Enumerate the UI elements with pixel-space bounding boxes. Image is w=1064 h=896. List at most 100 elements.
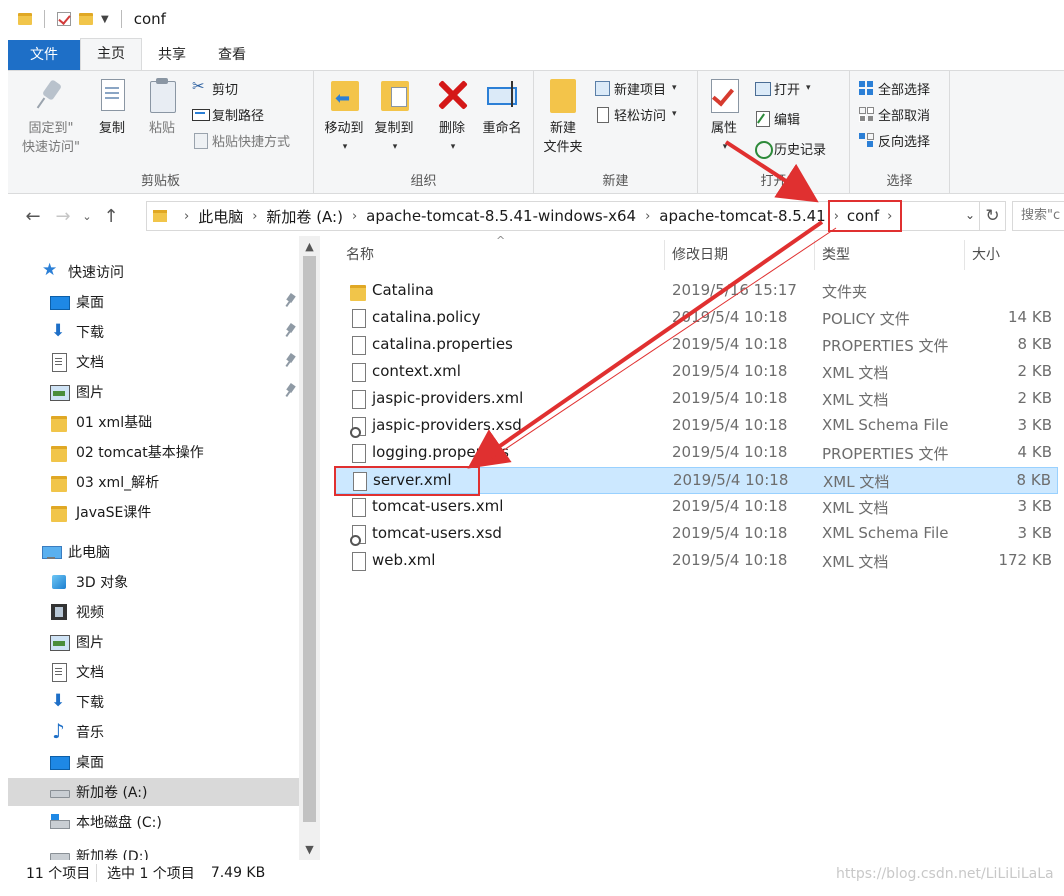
chevron-right-icon[interactable]: › [352, 209, 357, 224]
nav-item-label: 桌面 [76, 295, 104, 311]
breadcrumb-tomcat[interactable]: apache-tomcat-8.5.41 [659, 207, 825, 225]
nav-drive-d[interactable]: 新加卷 (D:) [8, 838, 299, 860]
file-row[interactable]: catalina.policy 2019/5/4 10:18 POLICY 文件… [334, 305, 1058, 332]
refresh-button[interactable]: ↻ [980, 201, 1006, 231]
copy-to-button[interactable]: 复制到 ▾ [370, 77, 418, 157]
history-button[interactable]: 历史记录 [754, 137, 826, 159]
search-input[interactable]: 搜索"c [1012, 201, 1064, 231]
file-row[interactable]: web.xml 2019/5/4 10:18 XML 文档 172 KB [334, 548, 1058, 575]
chevron-right-icon[interactable]: › [252, 209, 257, 224]
file-row[interactable]: jaspic-providers.xml 2019/5/4 10:18 XML … [334, 386, 1058, 413]
chevron-down-icon: ▾ [672, 83, 677, 93]
column-divider[interactable] [964, 240, 965, 270]
file-row[interactable]: tomcat-users.xsd 2019/5/4 10:18 XML Sche… [334, 521, 1058, 548]
scroll-up-icon[interactable]: ▲ [299, 240, 320, 253]
move-to-button[interactable]: 移动到 ▾ [320, 77, 368, 157]
breadcrumb-this-pc[interactable]: 此电脑 [198, 206, 243, 227]
annotation-highlight-box [334, 466, 480, 496]
refresh-icon: ↻ [985, 206, 1000, 226]
copy-path-button[interactable]: 复制路径 [192, 103, 264, 125]
new-folder-button[interactable]: 新建 文件夹 [538, 77, 588, 157]
nav-pictures-pinned[interactable]: 图片 [8, 378, 299, 406]
column-header-name[interactable]: 名称 [346, 244, 374, 264]
nav-this-pc[interactable]: 此电脑 [8, 538, 299, 566]
file-row[interactable]: jaspic-providers.xsd 2019/5/4 10:18 XML … [334, 413, 1058, 440]
nav-folder-xml-parsing[interactable]: 03 xml_解析 [8, 468, 299, 496]
column-header-date[interactable]: 修改日期 [672, 244, 728, 264]
history-icon [754, 140, 773, 159]
column-header-size[interactable]: 大小 [972, 244, 1000, 264]
file-row[interactable]: logging.properties 2019/5/4 10:18 PROPER… [334, 440, 1058, 467]
file-icon [350, 497, 366, 517]
back-button[interactable]: ← [18, 206, 48, 227]
nav-local-disk-c[interactable]: 本地磁盘 (C:) [8, 808, 299, 836]
breadcrumb-drive-a[interactable]: 新加卷 (A:) [266, 206, 343, 227]
nav-downloads-pinned[interactable]: 下载 [8, 318, 299, 346]
nav-desktop-pinned[interactable]: 桌面 [8, 288, 299, 316]
nav-item-label: 快速访问 [68, 265, 124, 281]
file-row[interactable]: context.xml 2019/5/4 10:18 XML 文档 2 KB [334, 359, 1058, 386]
nav-pictures[interactable]: 图片 [8, 628, 299, 656]
address-history-dropdown-icon[interactable]: ⌄ [965, 208, 975, 222]
paste-shortcut-button[interactable]: 粘贴快捷方式 [192, 129, 290, 151]
file-type: XML Schema File [822, 416, 949, 434]
open-button[interactable]: 打开 ▾ [754, 77, 811, 99]
cut-button[interactable]: 剪切 [192, 77, 238, 99]
chevron-right-icon: › [887, 208, 893, 224]
tab-home[interactable]: 主页 [80, 38, 142, 70]
easy-access-button[interactable]: 轻松访问 ▾ [594, 103, 677, 125]
file-row[interactable]: catalina.properties 2019/5/4 10:18 PROPE… [334, 332, 1058, 359]
nav-folder-javase[interactable]: JavaSE课件 [8, 498, 299, 526]
nav-pane-scrollbar[interactable]: ▲ ▼ [299, 236, 320, 860]
nav-folder-xml-basics[interactable]: 01 xml基础 [8, 408, 299, 436]
column-header-type[interactable]: 类型 [822, 244, 850, 264]
properties-check-icon[interactable] [57, 12, 71, 26]
rename-button[interactable]: 重命名 [476, 77, 528, 138]
nav-documents-pinned[interactable]: 文档 [8, 348, 299, 376]
file-type: 文件夹 [822, 283, 868, 301]
3d-objects-icon [50, 573, 68, 591]
breadcrumb-current-conf[interactable]: › conf › [827, 200, 903, 232]
copy-button[interactable]: 复制 [90, 77, 134, 138]
forward-button[interactable]: → [48, 206, 78, 227]
nav-music[interactable]: 音乐 [8, 718, 299, 746]
paste-button[interactable]: 粘贴 [140, 77, 184, 138]
pin-icon [285, 294, 295, 308]
address-bar[interactable]: › 此电脑 › 新加卷 (A:) › apache-tomcat-8.5.41-… [146, 200, 980, 232]
nav-downloads[interactable]: 下载 [8, 688, 299, 716]
properties-button[interactable]: 属性 ▾ [702, 77, 746, 157]
nav-folder-tomcat-basics[interactable]: 02 tomcat基本操作 [8, 438, 299, 466]
scrollbar-thumb[interactable] [303, 256, 316, 822]
tab-view[interactable]: 查看 [202, 40, 262, 70]
select-all-button[interactable]: 全部选择 [858, 77, 930, 99]
rename-icon [485, 77, 519, 113]
new-folder-icon[interactable] [79, 13, 93, 25]
breadcrumb-tomcat-windows[interactable]: apache-tomcat-8.5.41-windows-x64 [366, 207, 636, 225]
tab-share[interactable]: 共享 [142, 40, 202, 70]
nav-documents[interactable]: 文档 [8, 658, 299, 686]
column-divider[interactable] [664, 240, 665, 270]
recent-locations-button[interactable]: ⌄ [78, 210, 96, 223]
chevron-right-icon[interactable]: › [184, 209, 189, 224]
file-row[interactable]: tomcat-users.xml 2019/5/4 10:18 XML 文档 3… [334, 494, 1058, 521]
customize-toolbar-dropdown-icon[interactable]: ▼ [101, 14, 109, 25]
tab-file[interactable]: 文件 [8, 40, 80, 70]
move-to-icon [327, 77, 361, 113]
file-row[interactable]: Catalina 2019/5/16 15:17 文件夹 [334, 278, 1058, 305]
local-disk-icon [50, 813, 70, 831]
delete-button[interactable]: 删除 ▾ [432, 77, 472, 157]
nav-3d-objects[interactable]: 3D 对象 [8, 568, 299, 596]
nav-quick-access[interactable]: 快速访问 [8, 258, 299, 286]
edit-button[interactable]: 编辑 [754, 107, 800, 129]
nav-drive-a[interactable]: 新加卷 (A:) [8, 778, 299, 806]
up-button[interactable]: ↑ [96, 206, 126, 227]
new-item-button[interactable]: 新建项目 ▾ [594, 77, 677, 99]
select-none-button[interactable]: 全部取消 [858, 103, 930, 125]
scroll-down-icon[interactable]: ▼ [299, 843, 320, 856]
nav-desktop[interactable]: 桌面 [8, 748, 299, 776]
column-divider[interactable] [814, 240, 815, 270]
nav-videos[interactable]: 视频 [8, 598, 299, 626]
invert-selection-button[interactable]: 反向选择 [858, 129, 930, 151]
pin-to-quick-access-button[interactable]: 固定到" 快速访问" [16, 77, 86, 157]
chevron-right-icon[interactable]: › [645, 209, 650, 224]
